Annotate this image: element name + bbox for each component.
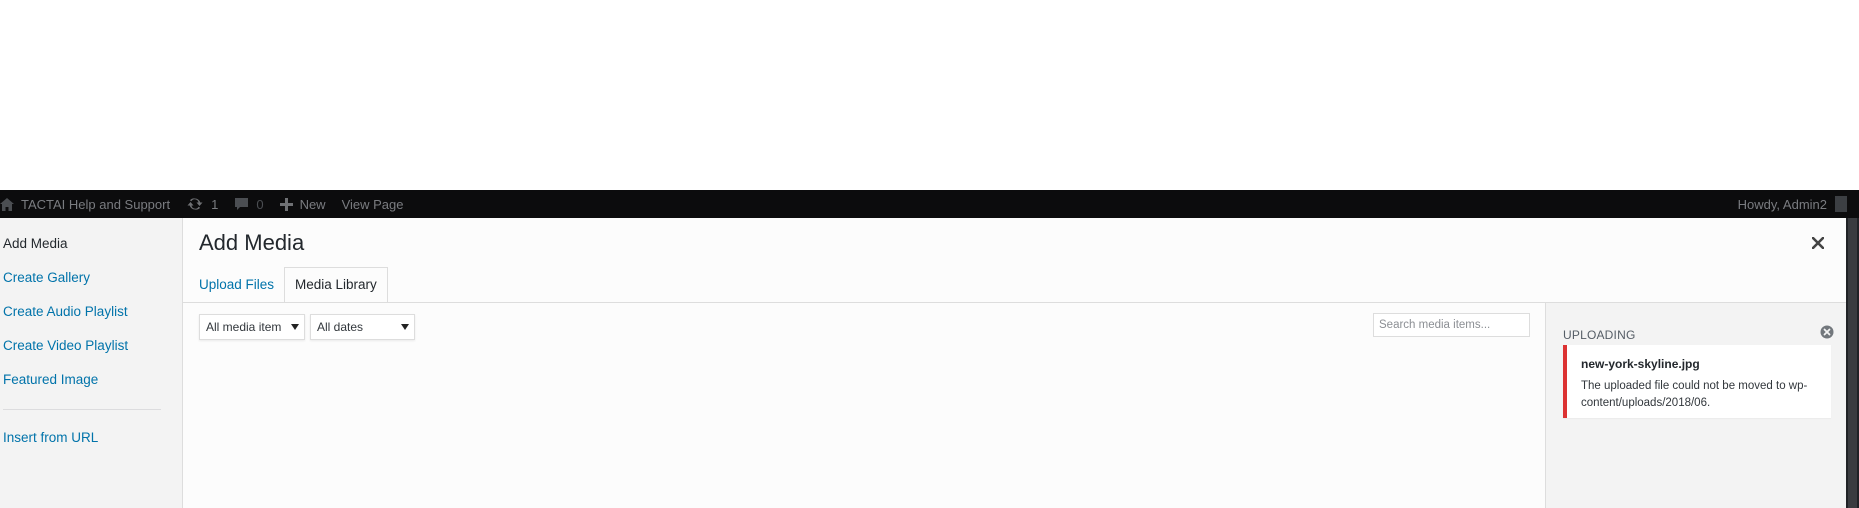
date-filter[interactable]: All dates — [310, 314, 415, 340]
view-page-link[interactable]: View Page — [334, 190, 412, 218]
dismiss-icon — [1820, 325, 1834, 339]
site-name-link[interactable]: TACTAI Help and Support — [0, 190, 178, 218]
site-name-label: TACTAI Help and Support — [21, 196, 171, 212]
media-modal: Add Media Create Gallery Create Audio Pl… — [0, 218, 1847, 508]
date-filter-value: All dates — [317, 320, 364, 334]
admin-bar: TACTAI Help and Support 1 0 New View Pag… — [0, 190, 1859, 218]
menu-item-insert-from-url[interactable]: Insert from URL — [3, 430, 98, 445]
menu-item-create-gallery[interactable]: Create Gallery — [3, 270, 90, 285]
uploading-sidebar: UPLOADING new-york-skyline.jpg The uploa… — [1545, 303, 1847, 508]
uploading-title: UPLOADING — [1563, 328, 1636, 342]
search-media-input[interactable] — [1373, 313, 1530, 337]
menu-item-add-media[interactable]: Add Media — [3, 236, 68, 251]
menu-item-featured-image[interactable]: Featured Image — [3, 372, 98, 387]
home-icon — [0, 197, 14, 211]
tab-media-library[interactable]: Media Library — [284, 267, 388, 303]
howdy-label: Howdy, Admin2 — [1737, 196, 1827, 212]
comments-count: 0 — [256, 196, 264, 212]
comments-link[interactable]: 0 — [226, 190, 271, 218]
menu-item-create-audio-playlist[interactable]: Create Audio Playlist — [3, 304, 128, 319]
updates-link[interactable]: 1 — [178, 190, 226, 218]
updates-icon — [187, 198, 203, 210]
avatar — [1835, 196, 1847, 212]
account-menu[interactable]: Howdy, Admin2 — [1738, 196, 1859, 212]
media-menu: Add Media Create Gallery Create Audio Pl… — [0, 218, 183, 508]
comments-icon — [235, 198, 249, 210]
tab-upload-files[interactable]: Upload Files — [189, 268, 284, 302]
plus-icon — [279, 197, 293, 211]
new-label: New — [299, 196, 326, 212]
modal-title: Add Media — [199, 230, 305, 255]
view-page-label: View Page — [341, 196, 404, 212]
menu-separator — [3, 409, 161, 410]
upload-error-filename: new-york-skyline.jpg — [1581, 357, 1700, 371]
dropdown-arrow-icon — [291, 324, 299, 330]
media-type-filter[interactable]: All media item — [199, 314, 305, 340]
upload-error-card: new-york-skyline.jpg The uploaded file c… — [1563, 345, 1831, 418]
close-icon — [1812, 237, 1824, 249]
window-right-edge — [1846, 218, 1859, 508]
close-button[interactable] — [1808, 233, 1828, 253]
new-content-link[interactable]: New — [272, 190, 334, 218]
dropdown-arrow-icon — [401, 324, 409, 330]
upload-error-message: The uploaded file could not be moved to … — [1581, 380, 1808, 409]
dismiss-errors-button[interactable] — [1820, 325, 1834, 339]
scrollbar[interactable] — [1848, 218, 1857, 508]
menu-item-create-video-playlist[interactable]: Create Video Playlist — [3, 338, 128, 353]
updates-count: 1 — [211, 196, 219, 212]
media-type-filter-value: All media item — [206, 320, 282, 334]
